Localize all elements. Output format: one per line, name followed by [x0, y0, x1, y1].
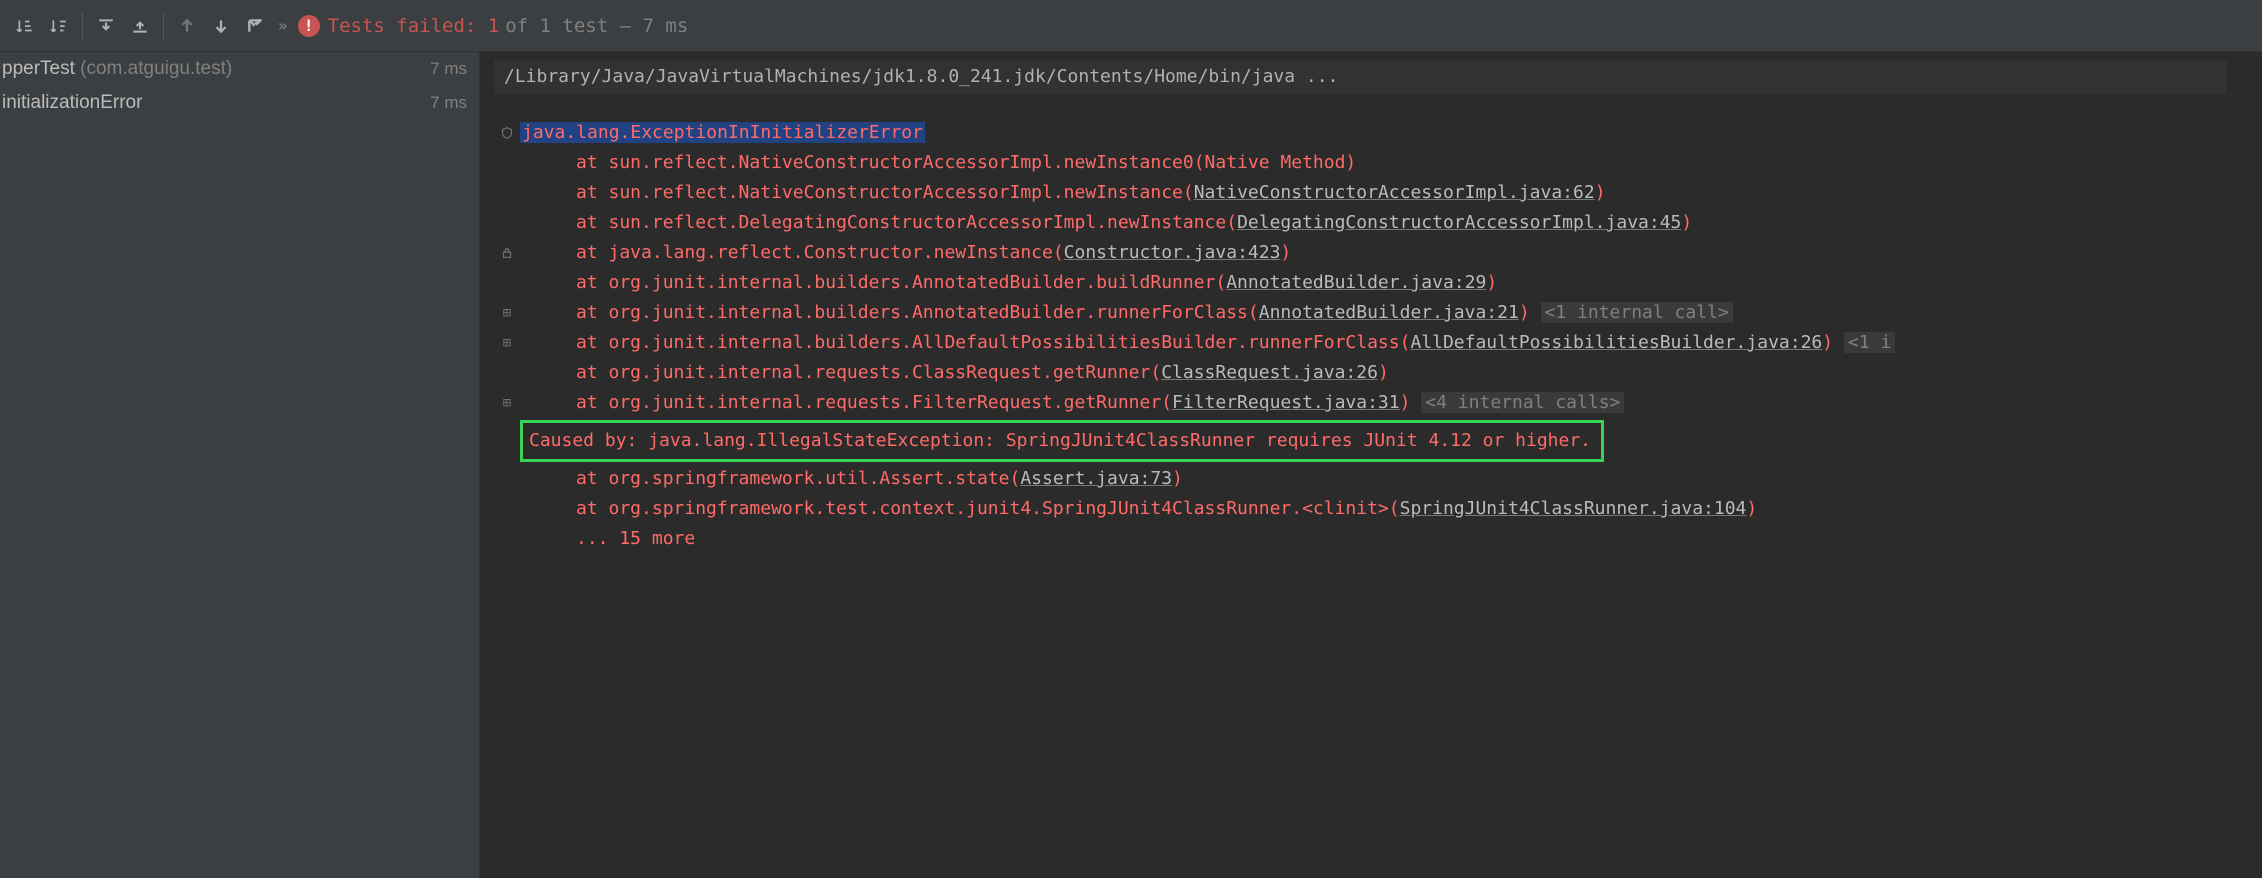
- stack-line: at sun.reflect.DelegatingConstructorAcce…: [494, 208, 2262, 238]
- body: pperTest (com.atguigu.test) 7 ms initial…: [0, 52, 2262, 878]
- tree-time: 7 ms: [430, 59, 467, 79]
- fail-suffix: of 1 test – 7 ms: [505, 15, 688, 37]
- stack-more: ... 15 more: [494, 524, 2262, 554]
- separator: [163, 12, 164, 40]
- shield-icon: [494, 118, 520, 140]
- caused-by-line: Caused by: java.lang.IllegalStateExcepti…: [494, 418, 2262, 464]
- fail-icon: !: [298, 15, 320, 37]
- stack-line: ⊞at org.junit.internal.builders.Annotate…: [494, 298, 2262, 328]
- source-link[interactable]: ClassRequest.java:26: [1161, 362, 1378, 383]
- lock-icon: [494, 238, 520, 260]
- source-link[interactable]: Constructor.java:423: [1064, 242, 1281, 263]
- stack-line: ⊞at org.junit.internal.requests.FilterRe…: [494, 388, 2262, 418]
- folded-hint[interactable]: <1 internal call>: [1541, 302, 1733, 323]
- test-status: ! Tests failed: 1 of 1 test – 7 ms: [298, 15, 689, 37]
- export-button[interactable]: [240, 11, 270, 41]
- stack-line: at org.junit.internal.requests.ClassRequ…: [494, 358, 2262, 388]
- source-link[interactable]: AllDefaultPossibilitiesBuilder.java:26: [1410, 332, 1822, 353]
- folded-hint[interactable]: <1 i: [1844, 332, 1895, 353]
- separator: [82, 12, 83, 40]
- source-link[interactable]: Assert.java:73: [1020, 468, 1172, 489]
- stack-line: at org.springframework.util.Assert.state…: [494, 464, 2262, 494]
- folded-hint[interactable]: <4 internal calls>: [1421, 392, 1624, 413]
- stack-line: at org.springframework.test.context.juni…: [494, 494, 2262, 524]
- source-link[interactable]: DelegatingConstructorAccessorImpl.java:4…: [1237, 212, 1681, 233]
- tree-row-class[interactable]: pperTest (com.atguigu.test) 7 ms: [0, 52, 479, 86]
- expand-icon[interactable]: ⊞: [494, 298, 520, 328]
- stack-line: at java.lang.reflect.Constructor.newInst…: [494, 238, 2262, 268]
- source-link[interactable]: SpringJUnit4ClassRunner.java:104: [1400, 498, 1747, 519]
- collapse-all-button[interactable]: [125, 11, 155, 41]
- source-link[interactable]: AnnotatedBuilder.java:29: [1226, 272, 1486, 293]
- sort-duration-button[interactable]: [44, 11, 74, 41]
- tree-row-name: initializationError: [2, 92, 142, 114]
- test-tree[interactable]: pperTest (com.atguigu.test) 7 ms initial…: [0, 52, 480, 878]
- chevron-icon: »: [278, 16, 288, 35]
- command-line: /Library/Java/JavaVirtualMachines/jdk1.8…: [494, 60, 2227, 94]
- tree-time: 7 ms: [430, 93, 467, 113]
- toolbar: » ! Tests failed: 1 of 1 test – 7 ms: [0, 0, 2262, 52]
- exception-text: java.lang.ExceptionInInitializerError: [520, 122, 925, 143]
- expand-all-button[interactable]: [91, 11, 121, 41]
- next-failed-button[interactable]: [206, 11, 236, 41]
- exception-line: java.lang.ExceptionInInitializerError: [494, 118, 2262, 148]
- tree-row-name: pperTest (com.atguigu.test): [2, 58, 232, 80]
- expand-icon[interactable]: ⊞: [494, 388, 520, 418]
- tree-row-method[interactable]: initializationError 7 ms: [0, 86, 479, 120]
- stack-line: ⊞at org.junit.internal.builders.AllDefau…: [494, 328, 2262, 358]
- stack-line: at sun.reflect.NativeConstructorAccessor…: [494, 178, 2262, 208]
- sort-az-button[interactable]: [10, 11, 40, 41]
- stack-line: at org.junit.internal.builders.Annotated…: [494, 268, 2262, 298]
- stack-line: at sun.reflect.NativeConstructorAccessor…: [494, 148, 2262, 178]
- source-link[interactable]: FilterRequest.java:31: [1172, 392, 1400, 413]
- fail-label: Tests failed: 1: [328, 15, 500, 37]
- prev-failed-button[interactable]: [172, 11, 202, 41]
- source-link[interactable]: NativeConstructorAccessorImpl.java:62: [1194, 182, 1595, 203]
- console[interactable]: /Library/Java/JavaVirtualMachines/jdk1.8…: [480, 52, 2262, 878]
- source-link[interactable]: AnnotatedBuilder.java:21: [1259, 302, 1519, 323]
- expand-icon[interactable]: ⊞: [494, 328, 520, 358]
